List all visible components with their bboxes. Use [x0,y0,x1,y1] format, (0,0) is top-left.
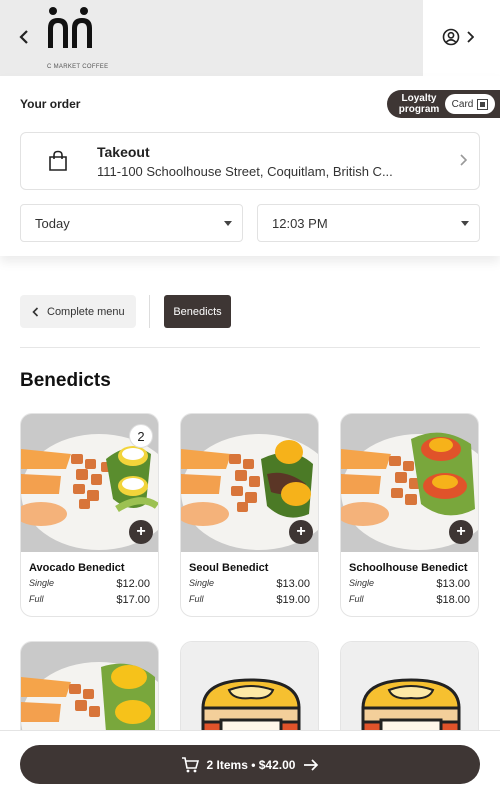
price-value: $17.00 [116,594,150,606]
card-label: Card [451,98,474,110]
price-row: Single $12.00 [21,574,158,590]
order-panel: Your order Loyalty program Card Takeout … [0,76,500,256]
your-order-label: Your order [20,97,81,111]
chevron-left-icon [32,306,39,317]
price-row: Single $13.00 [181,574,318,590]
size-label: Full [189,594,204,604]
cart-footer: 2 Items • $42.00 [0,730,500,800]
food-photo: + [181,414,318,552]
category-chip-benedicts[interactable]: Benedicts [164,295,231,328]
size-label: Single [29,578,55,588]
price-value: $19.00 [276,594,310,606]
account-button[interactable] [442,26,484,48]
pickup-time-value: 12:03 PM [272,215,328,231]
chevron-right-icon [460,154,467,166]
qr-code-icon [477,98,489,110]
cart-summary: 2 Items • $42.00 [206,757,296,772]
loyalty-program-button[interactable]: Loyalty program Card [387,90,500,118]
top-header: C MARKET COFFEE [0,0,500,76]
food-photo: 2 + [21,414,158,552]
item-name: Avocado Benedict [29,562,125,574]
add-to-cart-button[interactable]: + [449,520,473,544]
food-photo: + [341,414,478,552]
arrow-right-icon [304,758,319,771]
caret-down-icon [224,221,232,226]
caret-down-icon [461,221,469,226]
size-label: Full [349,594,364,604]
plus-icon: + [296,523,306,540]
size-label: Full [29,594,44,604]
menu-item-card[interactable]: 2 + Avocado Benedict Single $12.00 Full $1… [20,413,159,617]
user-circle-icon [442,28,460,46]
add-to-cart-button[interactable]: + [289,520,313,544]
pickup-date-select[interactable]: Today [20,204,243,242]
item-name: Seoul Benedict [189,562,269,574]
add-to-cart-button[interactable]: + [129,520,153,544]
price-row: Full $19.00 [181,590,318,616]
price-value: $18.00 [436,594,470,606]
divider [20,347,480,348]
complete-menu-label: Complete menu [47,305,125,318]
price-row: Single $13.00 [341,574,478,590]
price-value: $13.00 [436,578,470,590]
quantity-badge: 2 [129,424,153,448]
price-row: Full $18.00 [341,590,478,616]
loyalty-label: Loyalty program [398,93,440,115]
price-value: $13.00 [276,578,310,590]
chevron-right-icon [467,31,474,43]
nav-divider [149,295,150,328]
size-label: Single [349,578,375,588]
complete-menu-button[interactable]: Complete menu [20,295,136,328]
takeout-location-selector[interactable]: Takeout 111-100 Schoolhouse Street, Coqu… [20,132,480,190]
takeout-title: Takeout [97,144,150,160]
price-value: $12.00 [116,578,150,590]
view-cart-button[interactable]: 2 Items • $42.00 [20,745,480,784]
plus-icon: + [456,523,466,540]
price-row: Full $17.00 [21,590,158,616]
pickup-date-value: Today [35,215,70,231]
section-title: Benedicts [20,370,111,391]
size-label: Single [189,578,215,588]
loyalty-card-button[interactable]: Card [445,94,495,114]
brand-logo [48,7,92,48]
back-button[interactable] [14,26,34,48]
item-name: Schoolhouse Benedict [349,562,468,574]
brand-name: C MARKET COFFEE [47,64,109,70]
chevron-left-icon [19,30,28,44]
shopping-bag-icon [49,150,67,171]
menu-item-card[interactable]: + Schoolhouse Benedict Single $13.00 Full… [340,413,479,617]
category-nav: Complete menu Benedicts [20,295,231,328]
plus-icon: + [136,523,146,540]
menu-item-card[interactable]: + Seoul Benedict Single $13.00 Full $19.00 [180,413,319,617]
takeout-address: 111-100 Schoolhouse Street, Coquitlam, B… [97,164,393,179]
cart-icon [181,756,199,772]
pickup-time-select[interactable]: 12:03 PM [257,204,480,242]
